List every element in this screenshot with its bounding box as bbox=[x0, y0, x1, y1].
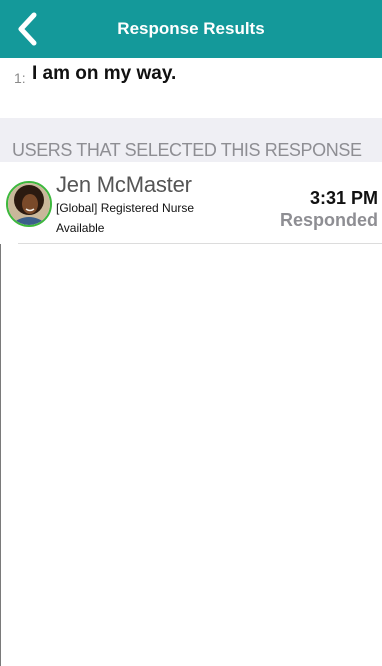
avatar bbox=[6, 181, 52, 227]
section-header-label: USERS THAT SELECTED THIS RESPONSE bbox=[12, 140, 362, 160]
row-divider bbox=[18, 243, 382, 244]
page-title: Response Results bbox=[117, 19, 265, 38]
user-name: Jen McMaster bbox=[56, 172, 192, 197]
response-number: 1: bbox=[14, 70, 26, 86]
user-role: [Global] Registered Nurse bbox=[56, 201, 195, 215]
response-row: 1: I am on my way. bbox=[0, 58, 382, 118]
nav-bar: Response Results bbox=[0, 0, 382, 58]
user-row[interactable]: Jen McMaster [Global] Registered Nurse A… bbox=[0, 162, 382, 244]
response-time: 3:31 PM bbox=[309, 188, 378, 208]
response-text: I am on my way. bbox=[32, 63, 177, 84]
user-photo-icon bbox=[8, 183, 50, 225]
section-header: USERS THAT SELECTED THIS RESPONSE bbox=[0, 118, 382, 162]
response-status: Responded bbox=[279, 210, 378, 230]
user-status: Available bbox=[56, 221, 105, 235]
